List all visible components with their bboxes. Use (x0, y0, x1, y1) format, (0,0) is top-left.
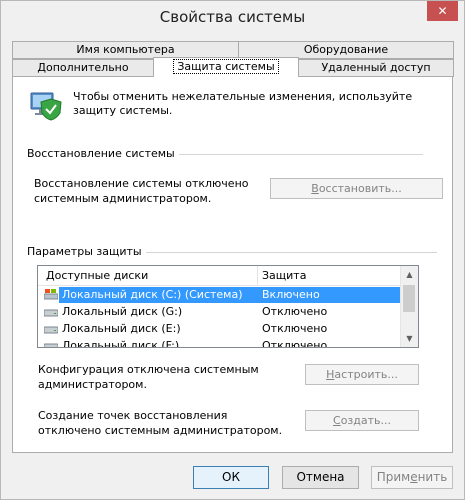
configure-button[interactable]: Настроить... (305, 364, 419, 385)
tab-label: Удаленный доступ (321, 61, 431, 74)
button-text: оздать... (340, 414, 391, 427)
tab-advanced[interactable]: Дополнительно (12, 59, 154, 77)
cancel-button[interactable]: Отмена (282, 466, 359, 489)
restore-group-label: Восстановление системы (27, 147, 179, 160)
access-key: е (410, 470, 418, 484)
table-row[interactable]: Локальный диск (F:) Отключено (38, 338, 401, 348)
access-key: В (311, 182, 319, 195)
tab-label: Имя компьютера (76, 43, 175, 56)
drive-name: Локальный диск (E:) (62, 322, 181, 335)
drive-icon (44, 326, 58, 334)
drive-protection-state: Отключено (262, 339, 328, 348)
drive-protection-state: Отключено (262, 322, 328, 335)
system-properties-window: Свойства системы ✕ Имя компьютера Оборуд… (0, 0, 465, 500)
restore-description: Восстановление системы отключено системн… (34, 177, 249, 205)
drives-list[interactable]: Доступные диски Защита Локальный диск (C… (37, 265, 419, 348)
drive-icon (44, 343, 58, 347)
tab-system-protection[interactable]: Защита системы (153, 57, 299, 77)
table-row[interactable]: Локальный диск (G:) Отключено (38, 304, 401, 320)
system-protection-icon (30, 92, 62, 121)
button-text: Прим (376, 470, 411, 484)
button-text: нить (417, 470, 448, 484)
intro-text: Чтобы отменить нежелательные изменения, … (73, 90, 413, 117)
ok-button[interactable]: ОК (193, 466, 269, 489)
create-description: Создание точек восстановления отключено … (38, 409, 283, 437)
drive-name: Локальный диск (C:) (Система) (62, 288, 243, 301)
apply-button[interactable]: Применить (371, 466, 453, 489)
drive-name: Локальный диск (G:) (62, 305, 183, 318)
column-header-drives[interactable]: Доступные диски (46, 269, 148, 282)
column-separator (257, 266, 258, 285)
table-row[interactable]: Локальный диск (E:) Отключено (38, 321, 401, 337)
button-text: осстановить... (318, 182, 402, 195)
tab-label: Оборудование (303, 43, 389, 56)
column-header-protection[interactable]: Защита (262, 269, 306, 282)
drive-name: Локальный диск (F:) (62, 339, 180, 348)
scroll-up-icon[interactable]: ▲ (401, 266, 418, 283)
title-bar[interactable]: Свойства системы ✕ (1, 1, 464, 33)
tab-remote[interactable]: Удаленный доступ (298, 59, 454, 77)
drive-protection-state: Отключено (262, 305, 328, 318)
tab-label: Дополнительно (37, 61, 129, 74)
protection-group-label: Параметры защиты (27, 245, 146, 258)
window-title: Свойства системы (159, 8, 306, 26)
restore-button[interactable]: Восстановить... (270, 178, 443, 199)
scroll-thumb[interactable] (403, 285, 415, 312)
table-row[interactable]: Локальный диск (C:) (Система) Включено (38, 287, 401, 303)
drive-protection-state: Включено (262, 288, 320, 301)
button-text: астроить... (334, 368, 398, 381)
access-key: С (333, 414, 341, 427)
close-icon[interactable]: ✕ (427, 1, 458, 21)
list-header: Доступные диски Защита (38, 266, 401, 286)
drive-icon (44, 309, 58, 317)
tab-label: Защита системы (173, 59, 279, 74)
scroll-down-icon[interactable]: ▼ (401, 330, 418, 347)
create-button[interactable]: Создать... (305, 410, 419, 431)
configure-description: Конфигурация отключена системным админис… (38, 363, 259, 391)
system-drive-icon (44, 289, 58, 300)
vertical-scrollbar[interactable]: ▲ ▼ (400, 266, 418, 347)
